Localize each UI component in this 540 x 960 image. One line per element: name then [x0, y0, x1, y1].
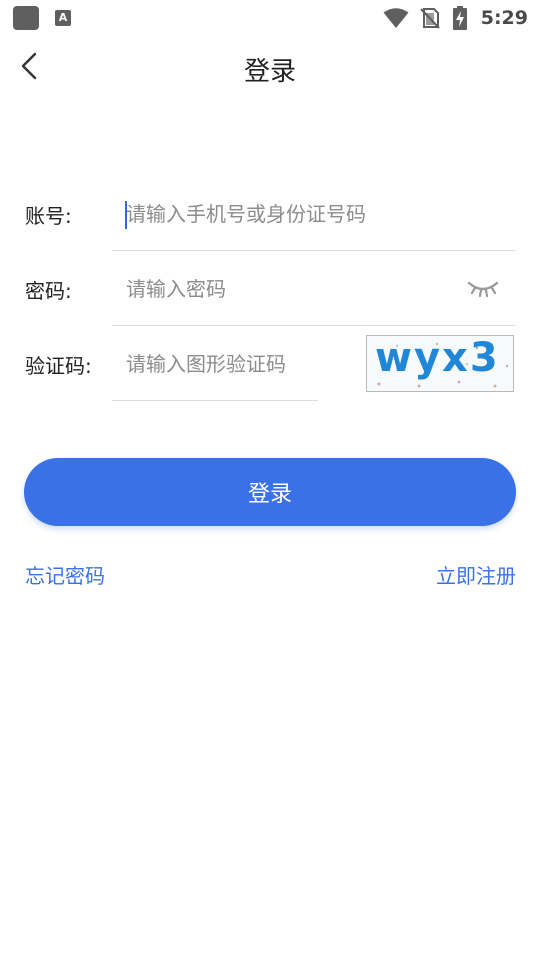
account-row: 账号: — [0, 178, 540, 252]
captcha-image[interactable]: wyx3 — [366, 335, 514, 392]
header: 登录 — [0, 36, 540, 102]
captcha-text: wyx3 — [375, 335, 500, 381]
password-visibility-toggle[interactable] — [466, 275, 500, 301]
text-cursor — [125, 201, 127, 229]
password-label: 密码: — [25, 279, 72, 303]
login-button[interactable]: 登录 — [24, 458, 516, 526]
eye-closed-icon — [467, 281, 499, 298]
account-input[interactable] — [112, 178, 516, 251]
battery-charging-icon — [452, 6, 467, 30]
status-bar: A 5:29 — [0, 0, 540, 36]
no-sim-icon — [420, 8, 440, 29]
page-title: 登录 — [243, 57, 296, 87]
register-link[interactable]: 立即注册 — [436, 560, 516, 589]
captcha-row: 验证码: wyx3 — [0, 328, 540, 402]
accessibility-a-icon: A — [55, 10, 71, 26]
password-input[interactable] — [112, 253, 516, 326]
password-row: 密码: — [0, 253, 540, 327]
app-icon — [13, 6, 39, 30]
status-time: 5:29 — [480, 7, 528, 29]
wifi-icon — [383, 8, 409, 28]
account-label: 账号: — [25, 204, 72, 228]
forgot-password-link[interactable]: 忘记密码 — [25, 560, 105, 589]
captcha-input[interactable] — [112, 328, 318, 401]
status-icons: 5:29 — [383, 4, 528, 32]
captcha-label: 验证码: — [25, 354, 92, 378]
